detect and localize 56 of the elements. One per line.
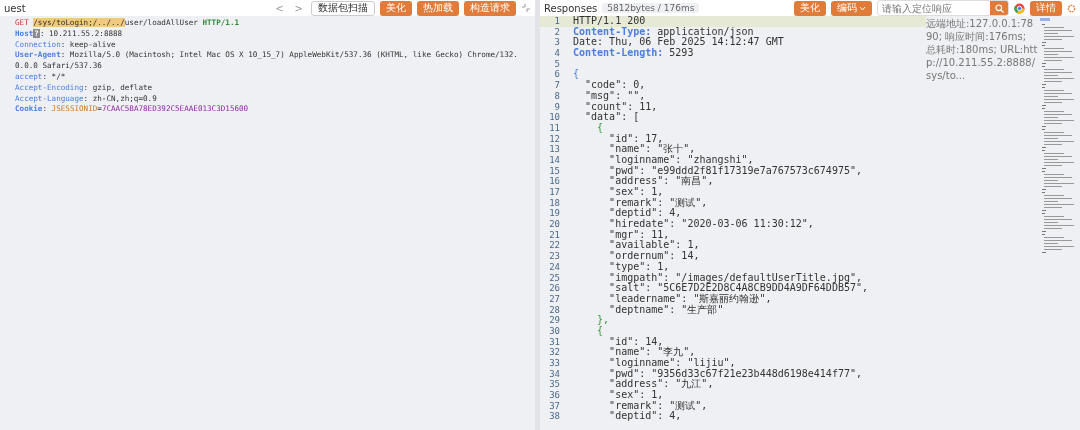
- code-line: 38 "deptid": 4,: [548, 411, 682, 423]
- collapse-icon[interactable]: [521, 3, 531, 13]
- code-line: 33 "loginname": "lijiu",: [548, 358, 736, 369]
- code-line: 28 "deptname": "生产部": [548, 304, 724, 315]
- details-button[interactable]: 详情: [1030, 0, 1062, 16]
- nav-button[interactable]: >: [291, 2, 306, 14]
- code-line: 34 "pwd": "9356d33c67f21e23b448d6198e414f77",: [548, 368, 863, 380]
- code-line: 30 {: [548, 325, 604, 337]
- code-line: 25 "imgpath": "/images/defaultUserTitle.jpg",: [548, 272, 862, 284]
- code-line: 37 "remark": "测试",: [548, 400, 709, 411]
- code-line: 15 "pwd": "e99ddd2f81f17319e7a767573c674975",: [548, 165, 863, 177]
- code-line: 24 "type": 1,: [548, 261, 671, 272]
- code-line: 17 "sex": 1,: [548, 187, 665, 198]
- toolbar-button[interactable]: 热加载: [417, 0, 459, 16]
- code-line: 29 },: [548, 315, 610, 326]
- code-line: 35 "address": "九江",: [548, 379, 714, 390]
- code-line: 9 "count": 11,: [553, 101, 659, 112]
- code-line: 2 Content-Type: application/json: [553, 26, 755, 38]
- toolbar-button[interactable]: 美化: [380, 0, 412, 16]
- code-line: 31 "id": 14,: [548, 336, 665, 347]
- panel-title: Responses: [544, 2, 598, 14]
- settings-icon[interactable]: [1067, 3, 1076, 13]
- code-line: 8 "msg": "",: [553, 90, 646, 102]
- code-line: 27 "leadername": "斯嘉丽约翰逊",: [548, 293, 773, 305]
- code-line: 6 {: [553, 69, 581, 81]
- toolbar-button[interactable]: 数据包扫描: [311, 0, 375, 16]
- toolbar-button[interactable]: 编码: [831, 0, 872, 16]
- code-line: 26 "salt": "5C6E7D2E2D8C4A8CB9DD4A9DF64DDB57",: [548, 283, 869, 294]
- code-line: 32 "name": "李九",: [548, 347, 697, 358]
- code-line: 16 "address": "南昌",: [548, 176, 715, 187]
- code-line: 11 {: [548, 122, 605, 134]
- code-line: 4 Content-Length: 5293: [553, 48, 695, 59]
- code-line: 12 "id": 17,: [548, 133, 664, 144]
- code-line: 18 "remark": "测试",: [548, 197, 709, 208]
- toolbar-button[interactable]: 美化: [794, 0, 826, 16]
- code-line: 23 "ordernum": 14,: [548, 251, 701, 262]
- code-line: 14 "loginname": "zhangshi",: [548, 154, 754, 166]
- response-stats: 5812bytes / 176ms: [602, 3, 700, 13]
- search-field[interactable]: 请输入定位响应: [877, 0, 1009, 16]
- search-icon[interactable]: [994, 3, 1004, 13]
- code-line: 7 "code": 0,: [553, 80, 647, 91]
- code-line: 20 "hiredate": "2020-03-06 11:30:12",: [548, 219, 815, 230]
- code-line: 5: [553, 58, 561, 70]
- code-line: 3 Date: Thu, 06 Feb 2025 14:12:47 GMT: [553, 37, 785, 48]
- response-info-note: 远端地址:127.0.0.1:7890; 响应时间:176ms; 总耗时:180ms; URL:http://10.211.55.2:8888/sys/to...: [926, 17, 1038, 82]
- toolbar-button[interactable]: 构造请求: [464, 0, 516, 16]
- code-line: 22 "available": 1,: [548, 240, 701, 251]
- caret-icon: [859, 5, 866, 11]
- nav-button[interactable]: <: [272, 2, 287, 14]
- code-line: 36 "sex": 1,: [548, 390, 665, 401]
- panel-title: uest: [4, 2, 26, 14]
- code-line: 13 "name": "张十",: [548, 144, 697, 155]
- code-line: 10 "data": [: [548, 112, 641, 123]
- code-line: 21 "mgr": 11,: [548, 229, 670, 241]
- code-line: 19 "deptid": 4,: [548, 208, 682, 220]
- browser-icon[interactable]: [1014, 2, 1025, 14]
